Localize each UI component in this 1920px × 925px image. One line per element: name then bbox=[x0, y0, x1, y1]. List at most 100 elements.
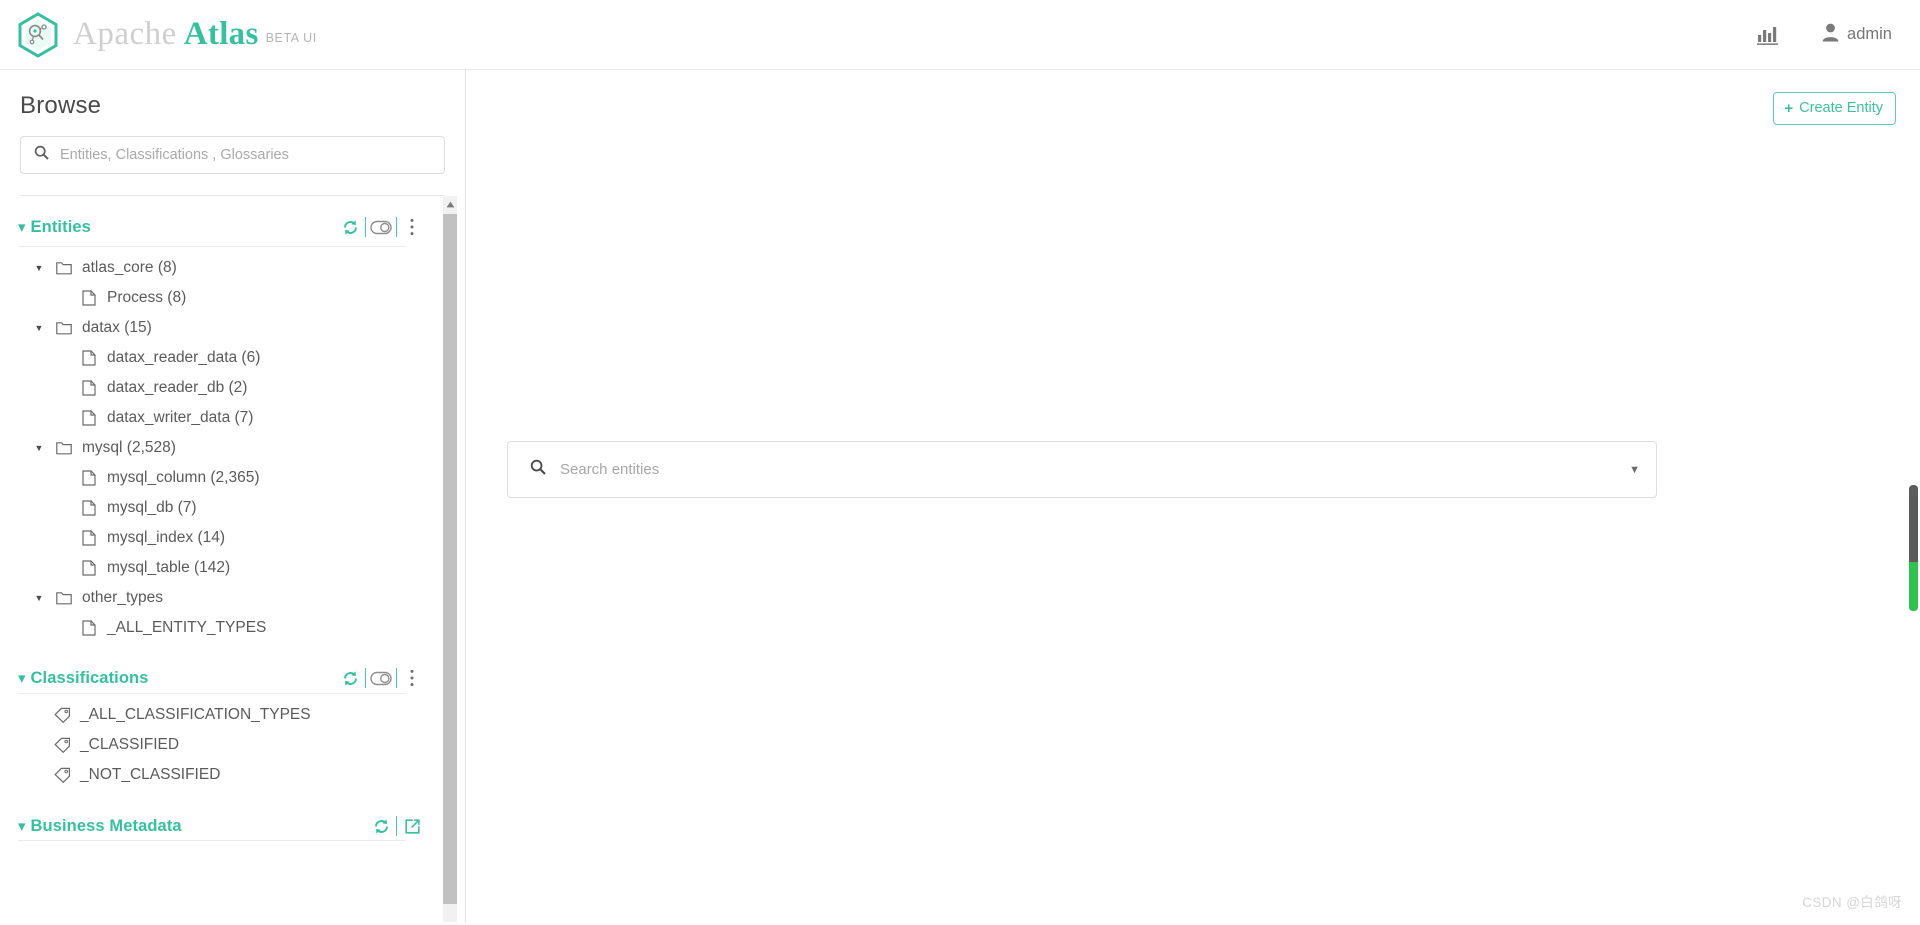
file-icon bbox=[79, 560, 99, 576]
scroll-up-arrow-icon[interactable] bbox=[443, 196, 457, 212]
caret-down-icon[interactable]: ▼ bbox=[30, 323, 48, 333]
tree-row-label: Process (8) bbox=[107, 289, 187, 306]
bar-chart-icon[interactable] bbox=[1756, 24, 1780, 46]
tree-row-label: datax_writer_data (7) bbox=[107, 409, 254, 426]
file-icon bbox=[79, 470, 99, 486]
file-icon bbox=[79, 350, 99, 366]
tree-row[interactable]: datax_reader_db (2) bbox=[0, 373, 427, 403]
create-entity-label: Create Entity bbox=[1799, 100, 1883, 116]
section-header-business-metadata[interactable]: ▾ Business Metadata bbox=[0, 790, 427, 836]
tree-row[interactable]: mysql_db (7) bbox=[0, 493, 427, 523]
toggle-switch-icon[interactable] bbox=[366, 214, 396, 240]
chevron-down-icon[interactable]: ▼ bbox=[1629, 464, 1640, 476]
file-icon bbox=[79, 500, 99, 516]
top-header-bar: Apache Atlas BETA UI admin bbox=[0, 0, 1920, 70]
section-title-classifications: Classifications bbox=[30, 668, 149, 687]
caret-down-icon[interactable]: ▼ bbox=[30, 443, 48, 453]
tree-row-label: other_types bbox=[82, 589, 163, 606]
brand-beta-label: BETA UI bbox=[265, 31, 317, 45]
tree-row-label: datax (15) bbox=[82, 319, 152, 336]
tree-row-label: atlas_core (8) bbox=[82, 259, 177, 276]
more-vertical-icon[interactable] bbox=[397, 665, 427, 691]
tree-row-label: datax_reader_data (6) bbox=[107, 349, 261, 366]
tree-row[interactable]: ▼ other_types bbox=[0, 583, 427, 613]
folder-icon bbox=[54, 591, 74, 605]
tree-row[interactable]: _CLASSIFIED bbox=[0, 730, 427, 760]
entities-tree-list: ▼ atlas_core (8) Process (8) ▼ datax (15… bbox=[0, 247, 427, 643]
tag-icon bbox=[52, 767, 72, 783]
folder-icon bbox=[54, 261, 74, 275]
user-name-label: admin bbox=[1847, 25, 1892, 43]
chevron-down-icon[interactable]: ▾ bbox=[18, 220, 26, 235]
watermark-text: CSDN @白鸽呀 bbox=[1802, 895, 1902, 910]
tree-row[interactable]: ▼ datax (15) bbox=[0, 313, 427, 343]
file-icon bbox=[79, 290, 99, 306]
search-entities-input[interactable] bbox=[560, 461, 1620, 478]
folder-icon bbox=[54, 441, 74, 455]
tree-row[interactable]: ▼ atlas_core (8) bbox=[0, 253, 427, 283]
create-entity-button[interactable]: + Create Entity bbox=[1773, 92, 1896, 125]
create-entity-wrap: + Create Entity bbox=[1773, 92, 1896, 125]
refresh-icon[interactable] bbox=[335, 665, 365, 691]
tree-row[interactable]: _ALL_ENTITY_TYPES bbox=[0, 613, 427, 643]
tag-icon bbox=[52, 737, 72, 753]
file-icon bbox=[79, 410, 99, 426]
tree-row-label: _CLASSIFIED bbox=[80, 736, 180, 753]
tree-row[interactable]: Process (8) bbox=[0, 283, 427, 313]
brand-apache-text: Apache bbox=[73, 16, 177, 52]
tree-row[interactable]: mysql_column (2,365) bbox=[0, 463, 427, 493]
toggle-switch-icon[interactable] bbox=[366, 665, 396, 691]
atlas-hexagon-logo-icon bbox=[14, 11, 62, 59]
section-title-entities: Entities bbox=[30, 217, 91, 236]
tree-row[interactable]: datax_reader_data (6) bbox=[0, 343, 427, 373]
tree-row[interactable]: _NOT_CLASSIFIED bbox=[0, 760, 427, 790]
page-title: Browse bbox=[20, 92, 102, 119]
page-scrollbar[interactable] bbox=[1907, 70, 1920, 925]
chevron-down-icon[interactable]: ▾ bbox=[18, 671, 26, 686]
section-header-classifications[interactable]: ▾ Classifications bbox=[0, 643, 427, 688]
tree-row-label: datax_reader_db (2) bbox=[107, 379, 248, 396]
search-entities-wrap: ▼ bbox=[507, 441, 1657, 498]
section-rule bbox=[18, 840, 405, 841]
caret-down-icon[interactable]: ▼ bbox=[30, 593, 48, 603]
search-icon bbox=[530, 459, 546, 480]
section-tools-entities bbox=[335, 214, 427, 240]
sidebar-scrollbar[interactable] bbox=[443, 196, 457, 925]
tree-row[interactable]: mysql_index (14) bbox=[0, 523, 427, 553]
section-title-business-metadata: Business Metadata bbox=[30, 816, 182, 835]
atlas-app: Apache Atlas BETA UI admin Browse Entiti… bbox=[0, 0, 1920, 925]
folder-icon bbox=[54, 321, 74, 335]
tree-row[interactable]: datax_writer_data (7) bbox=[0, 403, 427, 433]
caret-down-icon[interactable]: ▼ bbox=[30, 263, 48, 273]
section-header-entities[interactable]: ▾ Entities bbox=[0, 196, 427, 240]
tree-row[interactable]: _ALL_CLASSIFICATION_TYPES bbox=[0, 700, 427, 730]
sidebar-header: Browse bbox=[0, 70, 465, 196]
file-icon bbox=[79, 620, 99, 636]
refresh-icon[interactable] bbox=[366, 813, 396, 839]
brand-logo-area[interactable]: Apache Atlas BETA UI bbox=[14, 11, 317, 59]
sidebar-tree: ▾ Entities ▼ atlas_core (8) Process (8) … bbox=[0, 196, 465, 841]
user-icon bbox=[1822, 23, 1839, 47]
refresh-icon[interactable] bbox=[335, 214, 365, 240]
tree-row[interactable]: ▼ mysql (2,528) bbox=[0, 433, 427, 463]
tree-row-label: mysql (2,528) bbox=[82, 439, 176, 456]
tree-row-label: mysql_index (14) bbox=[107, 529, 226, 546]
user-menu[interactable]: admin bbox=[1822, 23, 1892, 47]
tree-row-label: _ALL_CLASSIFICATION_TYPES bbox=[80, 706, 311, 723]
file-icon bbox=[79, 380, 99, 396]
more-vertical-icon[interactable] bbox=[397, 214, 427, 240]
search-icon bbox=[34, 145, 49, 165]
sidebar-tree-scroll-area: ▾ Entities ▼ atlas_core (8) Process (8) … bbox=[0, 196, 465, 925]
chevron-down-icon[interactable]: ▾ bbox=[18, 819, 26, 834]
tree-row[interactable]: mysql_table (142) bbox=[0, 553, 427, 583]
search-entities-box[interactable]: ▼ bbox=[507, 441, 1657, 498]
external-link-icon[interactable] bbox=[397, 813, 427, 839]
browse-search-box[interactable] bbox=[20, 136, 445, 174]
section-tools-classifications bbox=[335, 665, 427, 691]
header-actions: admin bbox=[1756, 23, 1892, 47]
sidebar-scrollbar-thumb[interactable] bbox=[443, 214, 457, 904]
tree-row-label: mysql_table (142) bbox=[107, 559, 231, 576]
browse-search-input[interactable] bbox=[60, 137, 444, 173]
browse-sidebar: Browse ▾ Entities bbox=[0, 70, 466, 925]
file-icon bbox=[79, 530, 99, 546]
